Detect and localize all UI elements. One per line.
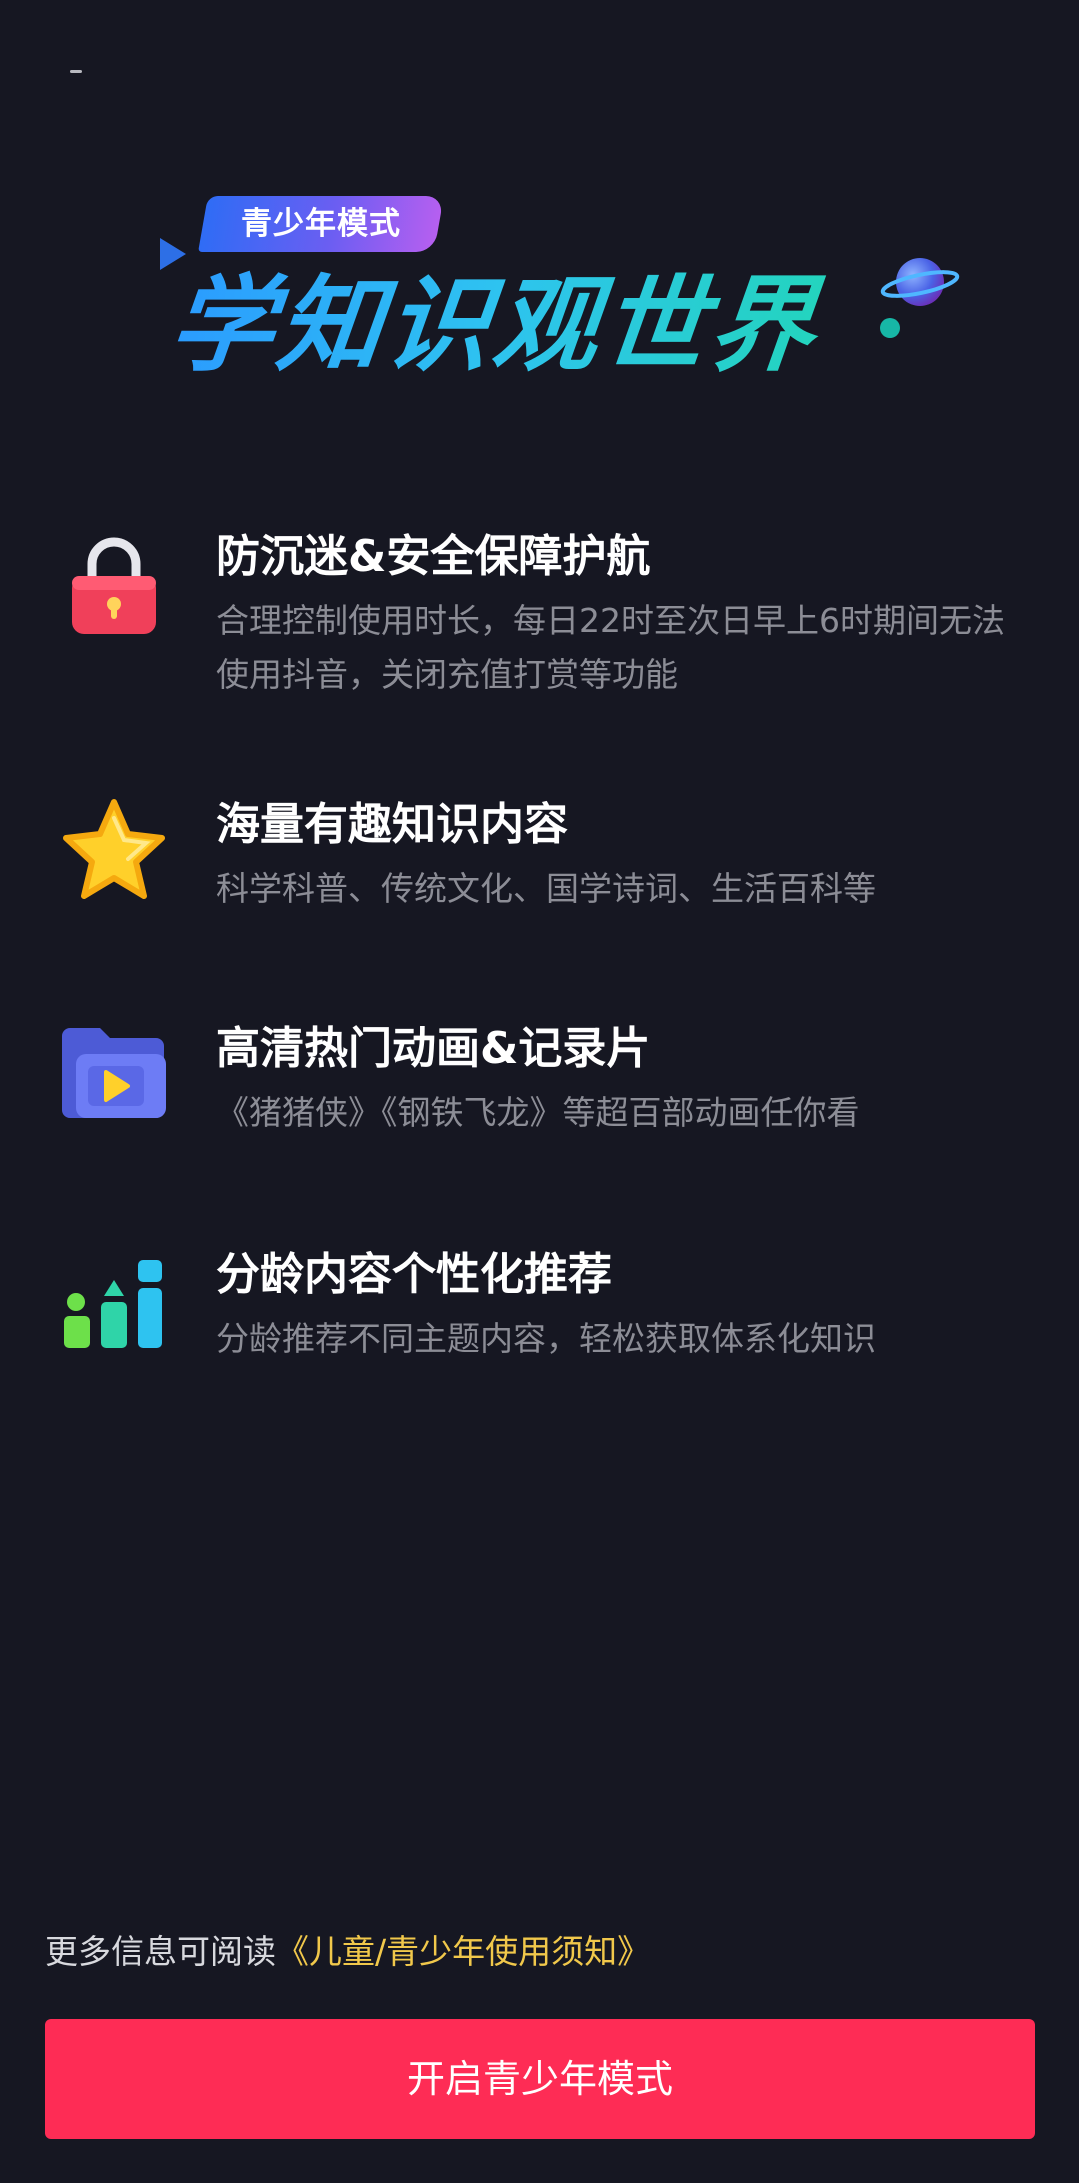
- bar-chart-icon: [64, 1260, 162, 1348]
- feature-title: 海量有趣知识内容: [216, 799, 568, 850]
- lock-icon: [72, 537, 156, 634]
- feature-description: 科学科普、传统文化、国学诗词、生活百科等: [216, 869, 876, 908]
- usage-guide-link[interactable]: 《儿童/青少年使用须知》: [276, 1932, 650, 1971]
- planet-icon: [880, 258, 960, 306]
- hero-title: 学知识观世界: [163, 260, 897, 390]
- video-folder-icon: [62, 1028, 166, 1118]
- feature-title: 高清热门动画&记录片: [216, 1023, 651, 1074]
- notice-text: 更多信息可阅读: [45, 1932, 276, 1971]
- mode-badge: 青少年模式: [241, 206, 401, 242]
- usage-notice: 更多信息可阅读《儿童/青少年使用须知》: [45, 1922, 650, 1982]
- dot-decoration-icon: [880, 318, 900, 338]
- feature-title: 分龄内容个性化推荐: [216, 1249, 612, 1300]
- feature-description: 《猪猪侠》《钢铁飞龙》等超百部动画任你看: [216, 1093, 860, 1132]
- feature-description: 合理控制使用时长，每日22时至次日早上6时期间无法使用抖音，关闭充值打赏等功能: [216, 601, 1005, 694]
- hero-banner: 青少年模式 学知识观世界: [0, 180, 1079, 420]
- enable-teen-mode-button[interactable]: 开启青少年模式: [45, 2019, 1035, 2139]
- feature-title: 防沉迷&安全保障护航: [216, 531, 651, 582]
- back-icon[interactable]: [70, 70, 82, 73]
- feature-description: 分龄推荐不同主题内容，轻松获取体系化知识: [216, 1319, 876, 1358]
- star-icon: [63, 799, 165, 899]
